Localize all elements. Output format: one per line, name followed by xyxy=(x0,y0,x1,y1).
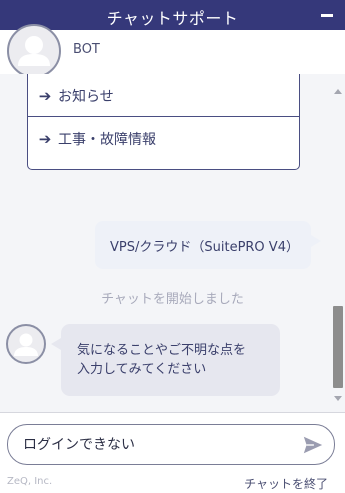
system-notice: チャットを開始しました xyxy=(101,292,244,307)
message-input-wrapper xyxy=(7,424,335,465)
chat-header: チャットサポート xyxy=(0,0,345,30)
menu-item-label: 工事・故障情報 xyxy=(58,132,156,148)
scroll-down-icon[interactable] xyxy=(334,396,342,401)
menu-item-maintenance[interactable]: ➔ 工事・故障情報 xyxy=(28,118,299,160)
user-avatar-icon xyxy=(18,36,50,66)
scroll-up-icon[interactable] xyxy=(334,89,342,94)
bot-avatar xyxy=(7,24,61,78)
user-avatar-icon xyxy=(14,333,38,356)
bot-message-bubble: 気になることやご不明な点を 入力してみてください xyxy=(51,324,280,396)
menu-item-news[interactable]: ➔ お知らせ xyxy=(28,75,299,117)
menu-card: ➔ お知らせ ➔ 工事・故障情報 xyxy=(27,74,300,170)
user-message-text: VPS/クラウド（SuitePRO V4） xyxy=(110,239,299,255)
chat-title: チャットサポート xyxy=(106,9,239,28)
user-message-bubble: VPS/クラウド（SuitePRO V4） xyxy=(95,221,321,269)
send-icon[interactable] xyxy=(302,434,324,456)
message-input[interactable] xyxy=(23,436,283,452)
arrow-right-icon: ➔ xyxy=(38,86,52,105)
bot-message-avatar xyxy=(6,324,46,364)
minimize-icon[interactable] xyxy=(321,14,333,17)
divider xyxy=(0,412,345,413)
bot-message-line: 気になることやご不明な点を xyxy=(77,343,247,358)
arrow-right-icon: ➔ xyxy=(38,130,52,148)
scrollbar[interactable] xyxy=(331,74,345,412)
scroll-thumb[interactable] xyxy=(333,306,343,388)
bot-message-line: 入力してみてください xyxy=(77,362,207,377)
bot-name: BOT xyxy=(73,42,100,57)
bot-info-bar: BOT xyxy=(0,24,345,78)
brand-label: ZeQ, Inc. xyxy=(7,476,53,487)
end-chat-button[interactable]: チャットを終了 xyxy=(244,475,328,492)
menu-item-label: お知らせ xyxy=(58,88,114,105)
chat-messages: ➔ お知らせ ➔ 工事・故障情報 VPS/クラウド（SuitePRO V4） チ… xyxy=(0,74,345,412)
